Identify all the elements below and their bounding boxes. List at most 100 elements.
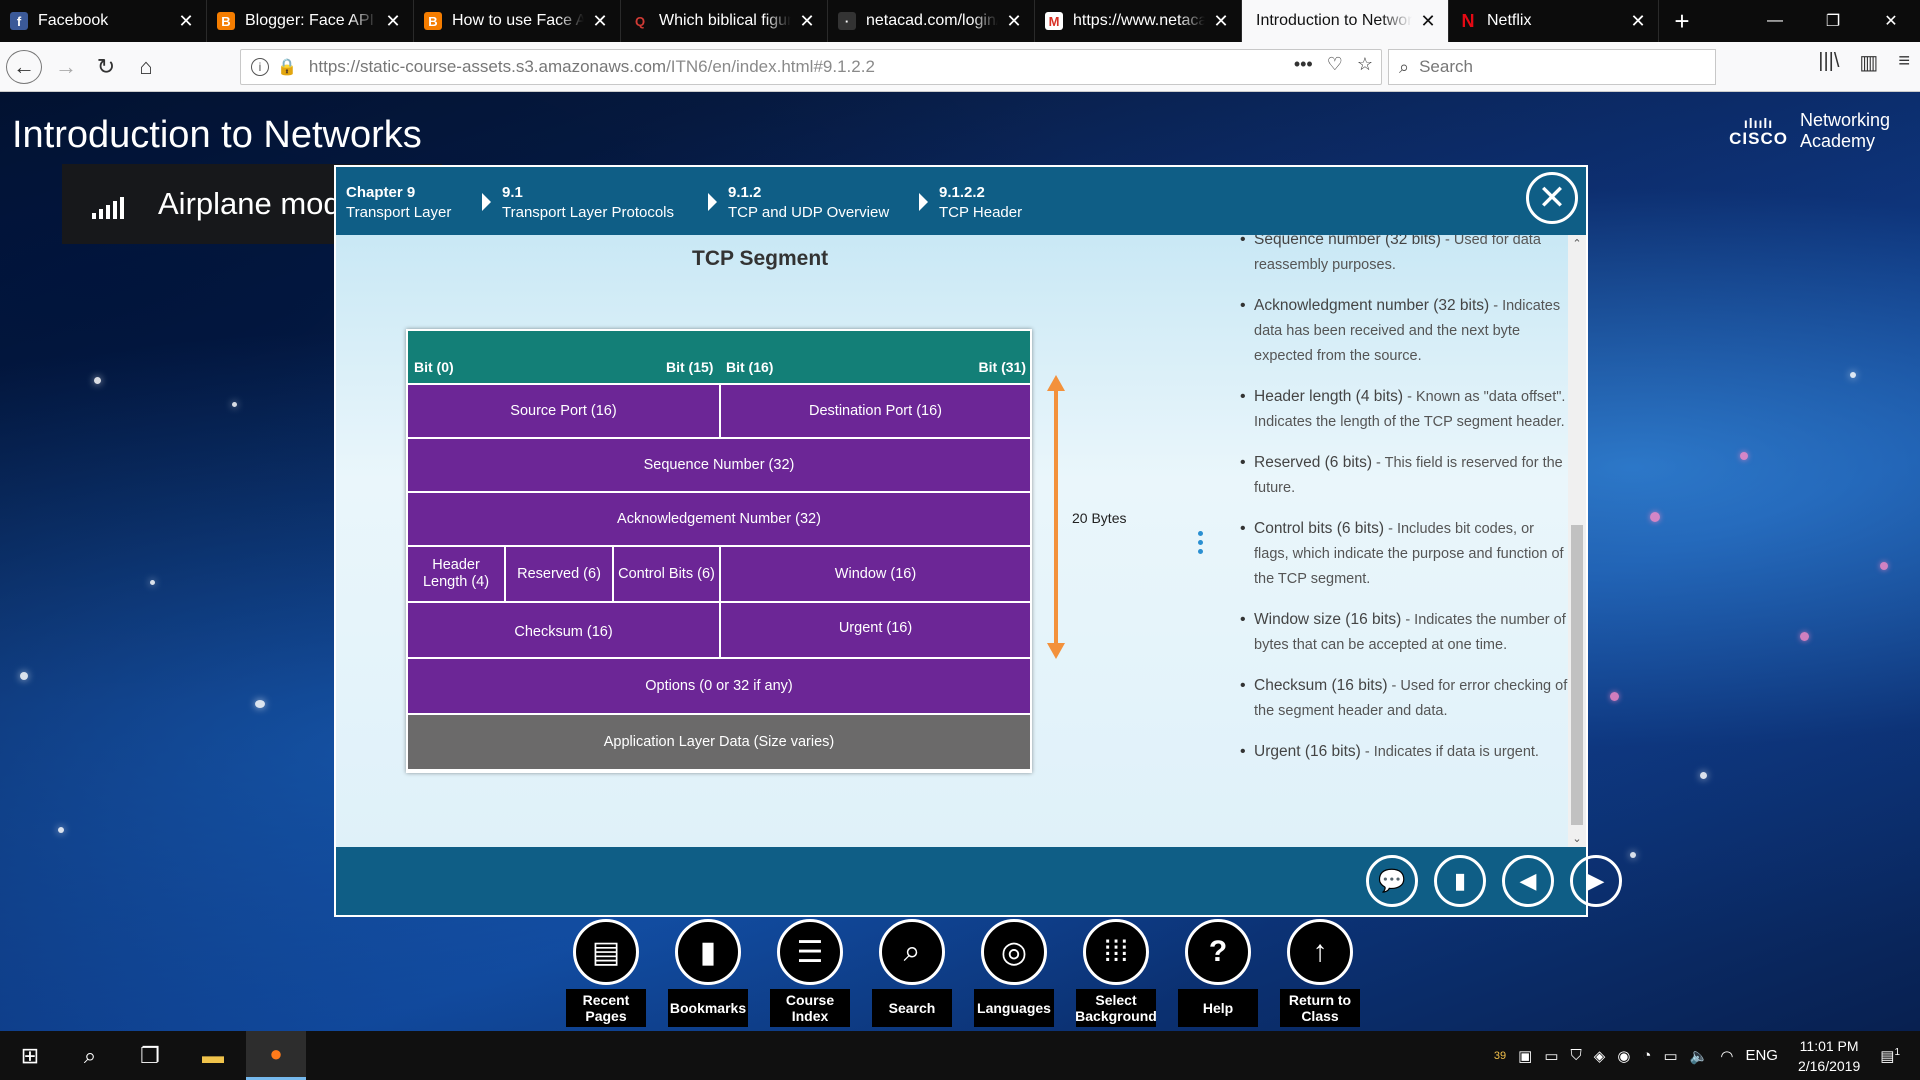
home-icon[interactable]: ⌂ [128, 50, 164, 84]
return-to-class-icon: ↑ [1287, 919, 1353, 985]
signal-icon [92, 189, 128, 219]
tab-netacad-login[interactable]: · netacad.com/login/ ✕ [828, 0, 1035, 42]
language-indicator[interactable]: ENG [1745, 1047, 1778, 1064]
comment-button[interactable]: 💬 [1366, 855, 1418, 907]
pocket-icon[interactable]: ♡ [1327, 54, 1343, 75]
dock-help[interactable]: ? Help [1167, 918, 1269, 1030]
list-item: Header length (4 bits) - Known as "data … [1240, 384, 1570, 435]
app-tray-icon[interactable]: ◉ [1617, 1047, 1630, 1065]
restore-icon[interactable]: ❐ [1804, 0, 1862, 42]
scroll-up-icon[interactable]: ⌃ [1568, 237, 1586, 250]
dock-bookmarks[interactable]: ▮ Bookmarks [657, 918, 759, 1030]
tab-blogger-face-api[interactable]: B Blogger: Face API A ✕ [207, 0, 414, 42]
dock-search[interactable]: ⌕ Search [861, 918, 963, 1030]
close-tab-icon[interactable]: ✕ [176, 11, 196, 32]
task-view-icon[interactable]: ❐ [120, 1031, 180, 1080]
forward-icon[interactable]: → [48, 50, 84, 84]
tab-title: Netflix [1487, 12, 1532, 29]
info-icon[interactable]: i [251, 58, 269, 76]
bit-header-row: Bit (0) Bit (15) Bit (16) Bit (31) [408, 331, 1030, 383]
minimize-icon[interactable]: — [1746, 0, 1804, 42]
cisco-logo: ılıılı CISCO Networking Academy [1729, 110, 1890, 152]
breadcrumb-topic[interactable]: 9.1.2 TCP and UDP Overview [708, 183, 889, 223]
course-module-window: Chapter 9 Transport Layer 9.1 Transport La… [334, 165, 1622, 917]
field-window: Window (16) [721, 547, 1030, 601]
breadcrumb-chapter[interactable]: Chapter 9 Transport Layer [346, 183, 451, 223]
close-tab-icon[interactable]: ✕ [797, 11, 817, 32]
sidebar-icon[interactable]: ▥ [1859, 50, 1878, 75]
search-input[interactable]: ⌕ Search [1388, 49, 1716, 85]
breadcrumb-page[interactable]: 9.1.2.2 TCP Header [919, 183, 1022, 223]
menu-icon[interactable]: ≡ [1898, 50, 1910, 75]
close-tab-icon[interactable]: ✕ [590, 11, 610, 32]
more-options-icon[interactable] [1198, 531, 1204, 558]
close-tab-icon[interactable]: ✕ [1418, 11, 1438, 32]
battery-icon[interactable]: ▭ [1663, 1047, 1677, 1065]
scrollbar-thumb[interactable] [1571, 525, 1583, 825]
breadcrumb-arrow-icon [708, 193, 717, 211]
bit-label: Bit (31) [978, 359, 1026, 375]
bit-label: Bit (15) [666, 359, 714, 375]
address-bar[interactable]: i 🔒 https://static-course-assets.s3.amaz… [240, 49, 1382, 85]
comment-icon: 💬 [1378, 868, 1406, 893]
size-arrow [1047, 375, 1065, 659]
windows-start-icon[interactable]: ⊞ [0, 1031, 60, 1080]
close-tab-icon[interactable]: ✕ [1004, 11, 1024, 32]
dock-label: Return to Class [1280, 989, 1360, 1027]
dock-return-to-class[interactable]: ↑ Return to Class [1269, 918, 1371, 1030]
previous-button[interactable]: ◀ [1502, 855, 1554, 907]
wifi-icon[interactable]: ◠ [1720, 1047, 1733, 1065]
dock-languages[interactable]: ◎ Languages [963, 918, 1065, 1030]
volume-icon[interactable]: 🔈 [1690, 1047, 1709, 1065]
breadcrumb-arrow-icon [482, 193, 491, 211]
field-application-data: Application Layer Data (Size varies) [408, 715, 1030, 769]
netflix-icon: N [1461, 10, 1475, 31]
field-acknowledgement-number: Acknowledgement Number (32) [408, 493, 1030, 545]
clock-date: 2/16/2019 [1797, 1057, 1861, 1074]
brand-name-line1: Networking [1799, 110, 1890, 130]
search-icon: ⌕ [879, 919, 945, 985]
file-explorer-icon[interactable]: ▬ [183, 1031, 243, 1080]
page-actions-icon[interactable]: ••• [1294, 54, 1313, 75]
tab-quora[interactable]: Q Which biblical figur ✕ [621, 0, 828, 42]
notifications-icon[interactable]: ▤1 [1880, 1047, 1900, 1065]
breadcrumb-section[interactable]: 9.1 Transport Layer Protocols [482, 183, 674, 223]
languages-icon: ◎ [981, 919, 1047, 985]
network-drive-icon[interactable]: ▭ [1544, 1047, 1558, 1065]
tab-introduction-to-networks[interactable]: Introduction to Network ✕ [1242, 0, 1449, 42]
clock[interactable]: 11:01 PM 2/16/2019 [1798, 1036, 1860, 1076]
security-icon[interactable]: ⛉ [1571, 1047, 1582, 1064]
reload-icon[interactable]: ↻ [88, 50, 124, 84]
library-icon[interactable]: |||\ [1818, 50, 1839, 75]
new-tab-button[interactable]: + [1659, 0, 1705, 42]
firefox-icon[interactable]: ● [246, 1031, 306, 1080]
scroll-down-icon[interactable]: ⌄ [1568, 832, 1586, 845]
tab-facebook[interactable]: f Facebook ✕ [0, 0, 207, 42]
dock-course-index[interactable]: ☰ Course Index [759, 918, 861, 1030]
cortana-search-icon[interactable]: ⌕ [60, 1031, 120, 1080]
dock-label: Help [1178, 989, 1258, 1027]
dock-recent-pages[interactable]: ▤ Recent Pages [555, 918, 657, 1030]
next-button[interactable]: ▶ [1570, 855, 1622, 907]
course-index-icon: ☰ [777, 919, 843, 985]
shield-icon[interactable]: ◈ [1594, 1047, 1606, 1065]
teams-icon[interactable]: ▣ [1518, 1047, 1532, 1065]
help-icon: ? [1185, 919, 1251, 985]
close-module-button[interactable]: ✕ [1526, 172, 1578, 224]
dock-label: Search [872, 989, 952, 1027]
bookmark-button[interactable]: ▮ [1434, 855, 1486, 907]
content-scrollbar[interactable]: ⌃ ⌄ [1568, 235, 1586, 847]
close-tab-icon[interactable]: ✕ [1628, 11, 1648, 32]
tab-title: Blogger: Face API A [245, 12, 377, 29]
close-tab-icon[interactable]: ✕ [1211, 11, 1231, 32]
close-window-icon[interactable]: ✕ [1862, 0, 1920, 42]
speed-icon[interactable]: ◔ [1642, 1047, 1651, 1064]
back-icon[interactable]: ← [6, 50, 42, 84]
close-tab-icon[interactable]: ✕ [383, 11, 403, 32]
bookmark-star-icon[interactable]: ☆ [1357, 54, 1373, 75]
bookmark-icon: ▮ [1453, 868, 1467, 893]
tab-gmail-netacad[interactable]: M https://www.netacad ✕ [1035, 0, 1242, 42]
tab-netflix[interactable]: N Netflix ✕ [1449, 0, 1659, 42]
tab-how-to-use-face-api[interactable]: B How to use Face AP ✕ [414, 0, 621, 42]
dock-select-background[interactable]: ⁞⁞⁞ Select Background [1065, 918, 1167, 1030]
